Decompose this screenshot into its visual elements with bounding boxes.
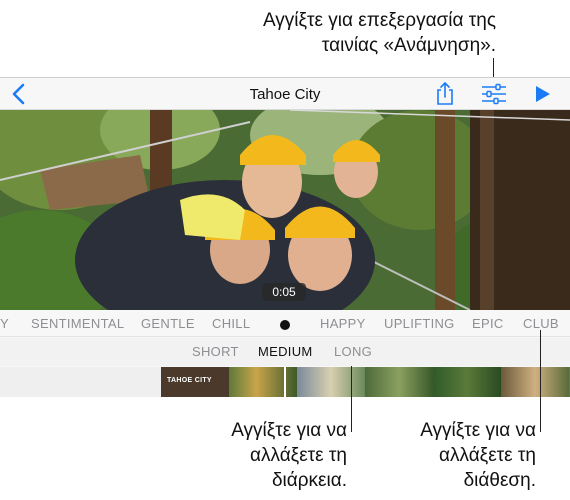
edit-callout-line-2: ταινίας «Ανάμνηση».: [321, 35, 496, 56]
mood-callout-leader: [540, 330, 541, 432]
video-preview[interactable]: 0:05: [0, 110, 570, 310]
playhead[interactable]: [284, 367, 286, 397]
mood-option-epic[interactable]: EPIC: [472, 316, 504, 331]
mood-option[interactable]: Y: [0, 316, 9, 331]
mood-selection-indicator: [280, 320, 290, 330]
timeline-frame: [229, 367, 297, 397]
mood-option-uplifting[interactable]: UPLIFTING: [384, 316, 455, 331]
mood-option-club[interactable]: CLUB: [523, 316, 559, 331]
play-icon[interactable]: [530, 82, 556, 106]
mood-callout-line-2: αλλάξετε τη: [439, 445, 536, 466]
edit-callout: Αγγίξτε για επεξεργασία της ταινίας «Ανά…: [263, 8, 496, 58]
timeline-frame: [297, 367, 365, 397]
mood-option-happy[interactable]: HAPPY: [320, 316, 366, 331]
memory-movie-screen: Tahoe City 0:05 Y SENTIMENTAL GENTLE CHI…: [0, 77, 570, 397]
duration-selector: SHORT MEDIUM LONG: [0, 338, 570, 366]
mood-callout-line-1: Αγγίξτε για να: [420, 420, 536, 441]
timecode-badge: 0:05: [262, 283, 306, 301]
edit-callout-line-1: Αγγίξτε για επεξεργασία της: [262, 10, 496, 31]
duration-callout: Αγγίξτε για να αλλάξετε τη διάρκεια.: [205, 418, 347, 493]
timeline-scrubber[interactable]: TAHOE CITY: [0, 367, 570, 397]
mood-callout: Αγγίξτε για να αλλάξετε τη διάθεση.: [386, 418, 536, 493]
duration-option-short[interactable]: SHORT: [192, 344, 239, 359]
timeline-frame: [365, 367, 433, 397]
duration-option-long[interactable]: LONG: [334, 344, 372, 359]
mood-option-chill[interactable]: CHILL: [212, 316, 250, 331]
mood-selector: Y SENTIMENTAL GENTLE CHILL HAPPY UPLIFTI…: [0, 310, 570, 337]
navigation-bar: Tahoe City: [0, 78, 570, 110]
duration-callout-line-1: Αγγίξτε για να: [231, 420, 347, 441]
mood-option-gentle[interactable]: GENTLE: [141, 316, 195, 331]
duration-callout-line-3: διάρκεια.: [271, 470, 347, 491]
preview-image: [0, 110, 570, 310]
timeline-frames: TAHOE CITY: [161, 367, 570, 397]
timeline-frame: TAHOE CITY: [161, 367, 229, 397]
timeline-frame: [433, 367, 501, 397]
mood-option-sentimental[interactable]: SENTIMENTAL: [31, 316, 124, 331]
timeline-title-text: TAHOE CITY: [167, 377, 212, 384]
mood-callout-line-3: διάθεση.: [463, 470, 536, 491]
timecode-text: 0:05: [272, 285, 296, 299]
share-icon[interactable]: [432, 82, 458, 106]
duration-callout-line-2: αλλάξετε τη: [250, 445, 347, 466]
timeline-frame: [501, 367, 569, 397]
duration-option-medium[interactable]: MEDIUM: [258, 344, 313, 359]
sliders-icon[interactable]: [481, 82, 507, 106]
duration-callout-leader: [351, 366, 352, 432]
